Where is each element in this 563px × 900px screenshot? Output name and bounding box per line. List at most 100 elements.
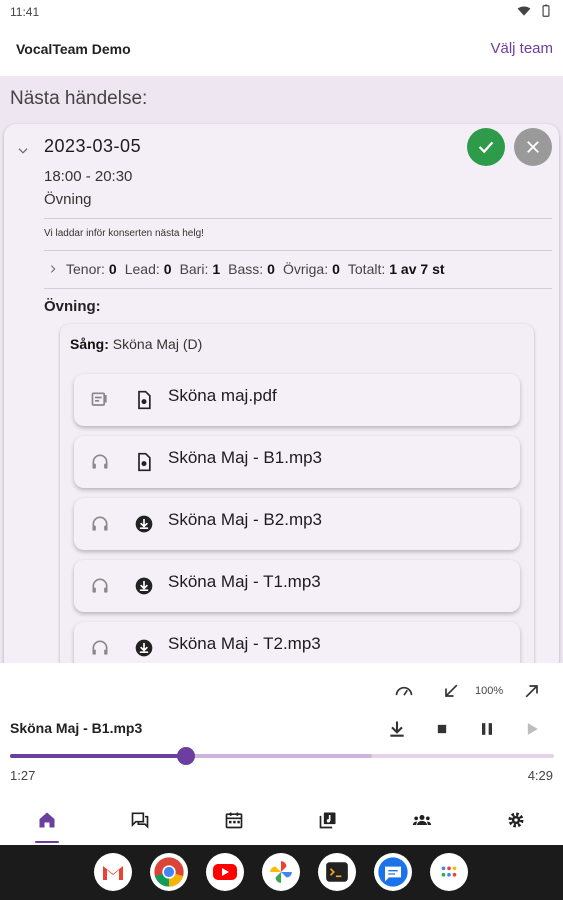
event-date: 2023-03-05 [44, 136, 142, 156]
youtube-app[interactable] [206, 853, 244, 891]
song-name: Sköna Maj (D) [112, 336, 203, 352]
photos-app[interactable] [262, 853, 300, 891]
file-name: Sköna maj.pdf [168, 386, 277, 405]
voice-count-tenor: 0 [108, 261, 117, 277]
chrome-icon [154, 857, 184, 887]
song-label: Sång: [70, 336, 109, 352]
nav-chat[interactable] [110, 795, 170, 845]
voice-count-lead: 0 [163, 261, 172, 277]
file-name: Sköna Maj - B1.mp3 [168, 448, 323, 467]
file-icon[interactable] [134, 390, 154, 410]
home-icon [39, 812, 55, 828]
voice-count-total: 1 av 7 st [389, 261, 445, 277]
nav-settings[interactable] [486, 795, 546, 845]
terminal-icon [326, 862, 348, 882]
total-time: 4:29 [527, 768, 553, 783]
audio-player: 100% Sköna Maj - B1.mp3 1:27 4:29 [0, 663, 563, 795]
progress-fill [10, 754, 187, 758]
apps-icon [441, 866, 457, 877]
bottom-nav [0, 795, 563, 845]
progress-thumb[interactable] [177, 747, 196, 765]
chrome-app[interactable] [150, 853, 188, 891]
photos-icon [270, 861, 292, 883]
file-row[interactable]: Sköna Maj - B2.mp3 [74, 498, 520, 550]
voice-label-bass: Bass: [228, 261, 264, 277]
song-card: Sång: Sköna Maj (D) Sköna maj.pdf Sköna … [60, 324, 534, 663]
file-icon[interactable] [134, 452, 154, 472]
terminal-app[interactable] [318, 853, 356, 891]
accept-button[interactable] [467, 128, 505, 166]
calendar-icon [225, 812, 243, 829]
gmail-app[interactable] [94, 853, 132, 891]
event-time: 18:00 - 20:30 [44, 168, 133, 185]
nav-groups[interactable] [392, 795, 452, 845]
file-name: Sköna Maj - B2.mp3 [168, 510, 323, 529]
settings-icon [508, 812, 524, 828]
arrow-down-left-icon[interactable] [441, 681, 461, 701]
main-content[interactable]: Nästa händelse: 2023-03-05 18:00 - 20:30… [0, 76, 563, 663]
status-time: 11:41 [10, 5, 40, 19]
nav-calendar[interactable] [204, 795, 264, 845]
sheet-music-icon [91, 392, 107, 406]
voice-count-bass: 0 [267, 261, 275, 277]
chevron-down-icon[interactable] [16, 144, 30, 158]
arrow-up-right-icon[interactable] [522, 681, 542, 701]
download-icon[interactable] [387, 719, 407, 739]
system-dock [0, 845, 563, 900]
headphones-icon[interactable] [90, 514, 110, 534]
divider [44, 288, 552, 289]
file-name: Sköna Maj - T2.mp3 [168, 634, 321, 653]
nav-music-library[interactable] [298, 795, 358, 845]
decline-button[interactable] [514, 128, 552, 166]
speed-icon[interactable] [394, 681, 414, 701]
download-circle-icon[interactable] [134, 638, 154, 658]
file-row[interactable]: Sköna Maj - T1.mp3 [74, 560, 520, 612]
section-title: Nästa händelse: [10, 88, 148, 109]
battery-icon [542, 4, 550, 17]
stop-icon[interactable] [432, 719, 452, 739]
speed-label: 100% [475, 685, 504, 697]
file-row[interactable]: Sköna Maj - B1.mp3 [74, 436, 520, 488]
status-bar: 11:41 [0, 0, 563, 24]
chevron-right-icon [50, 265, 56, 273]
elapsed-time: 1:27 [10, 768, 36, 783]
event-type: Övning [44, 191, 92, 208]
chat-icon [131, 812, 149, 829]
file-row[interactable]: Sköna Maj - T2.mp3 [74, 622, 520, 663]
voice-count-bari: 1 [212, 261, 221, 277]
event-card: 2023-03-05 18:00 - 20:30 Övning Vi ladda… [4, 124, 559, 663]
status-icons [517, 4, 553, 18]
headphones-icon[interactable] [90, 576, 110, 596]
voice-label-tenor: Tenor: [66, 261, 105, 277]
event-description: Vi laddar inför konserten nästa helg! [44, 228, 204, 239]
play-icon[interactable] [522, 719, 542, 739]
file-name: Sköna Maj - T1.mp3 [168, 572, 321, 591]
app-title: VocalTeam Demo [16, 41, 131, 57]
check-icon [478, 141, 494, 154]
choose-team-button[interactable]: Välj team [490, 40, 553, 57]
track-name: Sköna Maj - B1.mp3 [10, 720, 143, 736]
nav-home[interactable] [17, 795, 77, 845]
app-drawer[interactable] [430, 853, 468, 891]
messages-icon [378, 857, 408, 887]
song-title: Sång: Sköna Maj (D) [70, 336, 202, 352]
file-row[interactable]: Sköna maj.pdf [74, 374, 520, 426]
groups-icon [412, 815, 432, 825]
practice-label: Övning: [44, 298, 101, 315]
gmail-icon [103, 866, 123, 880]
wifi-icon [517, 6, 531, 16]
messages-app[interactable] [374, 853, 412, 891]
voice-summary[interactable]: Tenor: 0 Lead: 0 Bari: 1 Bass: 0 Övriga: 0 To… [48, 261, 453, 277]
download-circle-icon[interactable] [134, 514, 154, 534]
pause-icon[interactable] [477, 719, 497, 739]
voice-label-total: Totalt: [347, 261, 386, 277]
voice-label-lead: Lead: [124, 261, 160, 277]
divider [44, 218, 552, 219]
music-library-icon [319, 812, 336, 829]
headphones-icon[interactable] [90, 452, 110, 472]
headphones-icon[interactable] [90, 638, 110, 658]
divider [44, 250, 552, 251]
close-icon [527, 141, 539, 153]
app-bar: VocalTeam Demo Välj team [0, 24, 563, 76]
download-circle-icon[interactable] [134, 576, 154, 596]
